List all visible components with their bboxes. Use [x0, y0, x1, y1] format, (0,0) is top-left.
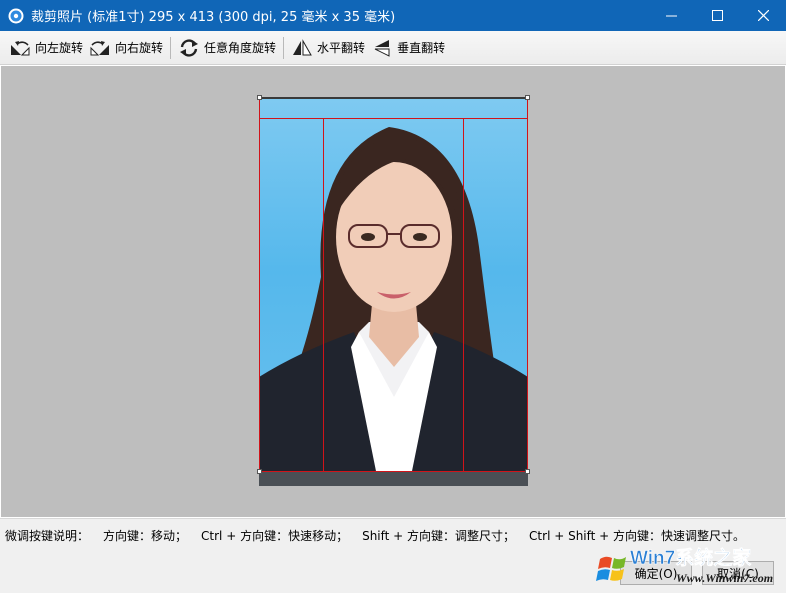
- flip-horizontal-label: 水平翻转: [317, 41, 366, 55]
- crop-handle-top-right[interactable]: [525, 95, 530, 100]
- crop-top-border[interactable]: [259, 97, 528, 99]
- toolbar: 向左旋转 向右旋转 任意角度旋转 水平翻转 垂直翻转: [0, 31, 786, 65]
- rotate-right-icon: [90, 40, 110, 55]
- minimize-button[interactable]: [648, 0, 694, 31]
- crop-right-border[interactable]: [527, 97, 528, 472]
- close-button[interactable]: [740, 0, 786, 31]
- flip-horizontal-button[interactable]: 水平翻转: [288, 35, 368, 61]
- toolbar-separator: [283, 36, 285, 59]
- flip-vertical-icon: [374, 39, 390, 57]
- title-bar: 裁剪照片 (标准1寸) 295 x 413 (300 dpi, 25 毫米 x …: [0, 0, 786, 31]
- rotate-left-label: 向左旋转: [35, 41, 84, 55]
- flip-horizontal-icon: [293, 38, 312, 55]
- window-title: 裁剪照片 (标准1寸) 295 x 413 (300 dpi, 25 毫米 x …: [31, 10, 396, 25]
- crop-handle-bottom-right[interactable]: [525, 469, 530, 474]
- rotate-right-label: 向右旋转: [115, 41, 164, 55]
- crop-canvas[interactable]: [1, 66, 785, 517]
- id-photo: [259, 97, 528, 486]
- rotate-left-button[interactable]: 向左旋转: [6, 35, 86, 61]
- rotate-left-icon: [11, 40, 30, 55]
- rotate-right-button[interactable]: 向右旋转: [86, 35, 166, 61]
- flip-vertical-label: 垂直翻转: [397, 41, 446, 55]
- key-help-ctrl-arrow: Ctrl + 方向键：快速移动；: [201, 529, 349, 543]
- photo-bottom-band: [259, 472, 528, 486]
- dialog-button-bar: 确定(O) 取消(C): [0, 552, 786, 593]
- cancel-button[interactable]: 取消(C): [702, 561, 774, 585]
- minimize-icon: [665, 15, 677, 17]
- app-icon: [8, 8, 24, 23]
- toolbar-separator: [170, 36, 172, 59]
- rotate-any-angle-icon: [180, 38, 199, 57]
- key-help-bar: 微调按键说明： 方向键：移动； Ctrl + 方向键：快速移动； Shift +…: [0, 518, 786, 552]
- maximize-button[interactable]: [694, 0, 740, 31]
- crop-face-right-guide: [463, 118, 464, 472]
- maximize-icon: [711, 10, 723, 21]
- portrait-image: [259, 127, 528, 486]
- ok-button[interactable]: 确定(O): [620, 561, 692, 585]
- close-icon: [757, 10, 769, 21]
- rotate-any-angle-label: 任意角度旋转: [204, 41, 277, 55]
- crop-handle-top-left[interactable]: [257, 95, 262, 100]
- crop-left-border[interactable]: [259, 97, 260, 472]
- crop-bottom-border[interactable]: [259, 471, 528, 472]
- flip-vertical-button[interactable]: 垂直翻转: [368, 35, 448, 61]
- crop-face-left-guide: [323, 118, 324, 472]
- crop-head-guide: [259, 118, 528, 119]
- key-help-shift-arrow: Shift + 方向键：调整尺寸；: [362, 529, 516, 543]
- key-help-arrow: 方向键：移动；: [103, 529, 188, 543]
- crop-handle-bottom-left[interactable]: [257, 469, 262, 474]
- rotate-any-angle-button[interactable]: 任意角度旋转: [175, 35, 279, 61]
- key-help-intro: 微调按键说明：: [5, 529, 90, 543]
- key-help-ctrl-shift-arrow: Ctrl + Shift + 方向键：快速调整尺寸。: [529, 529, 746, 543]
